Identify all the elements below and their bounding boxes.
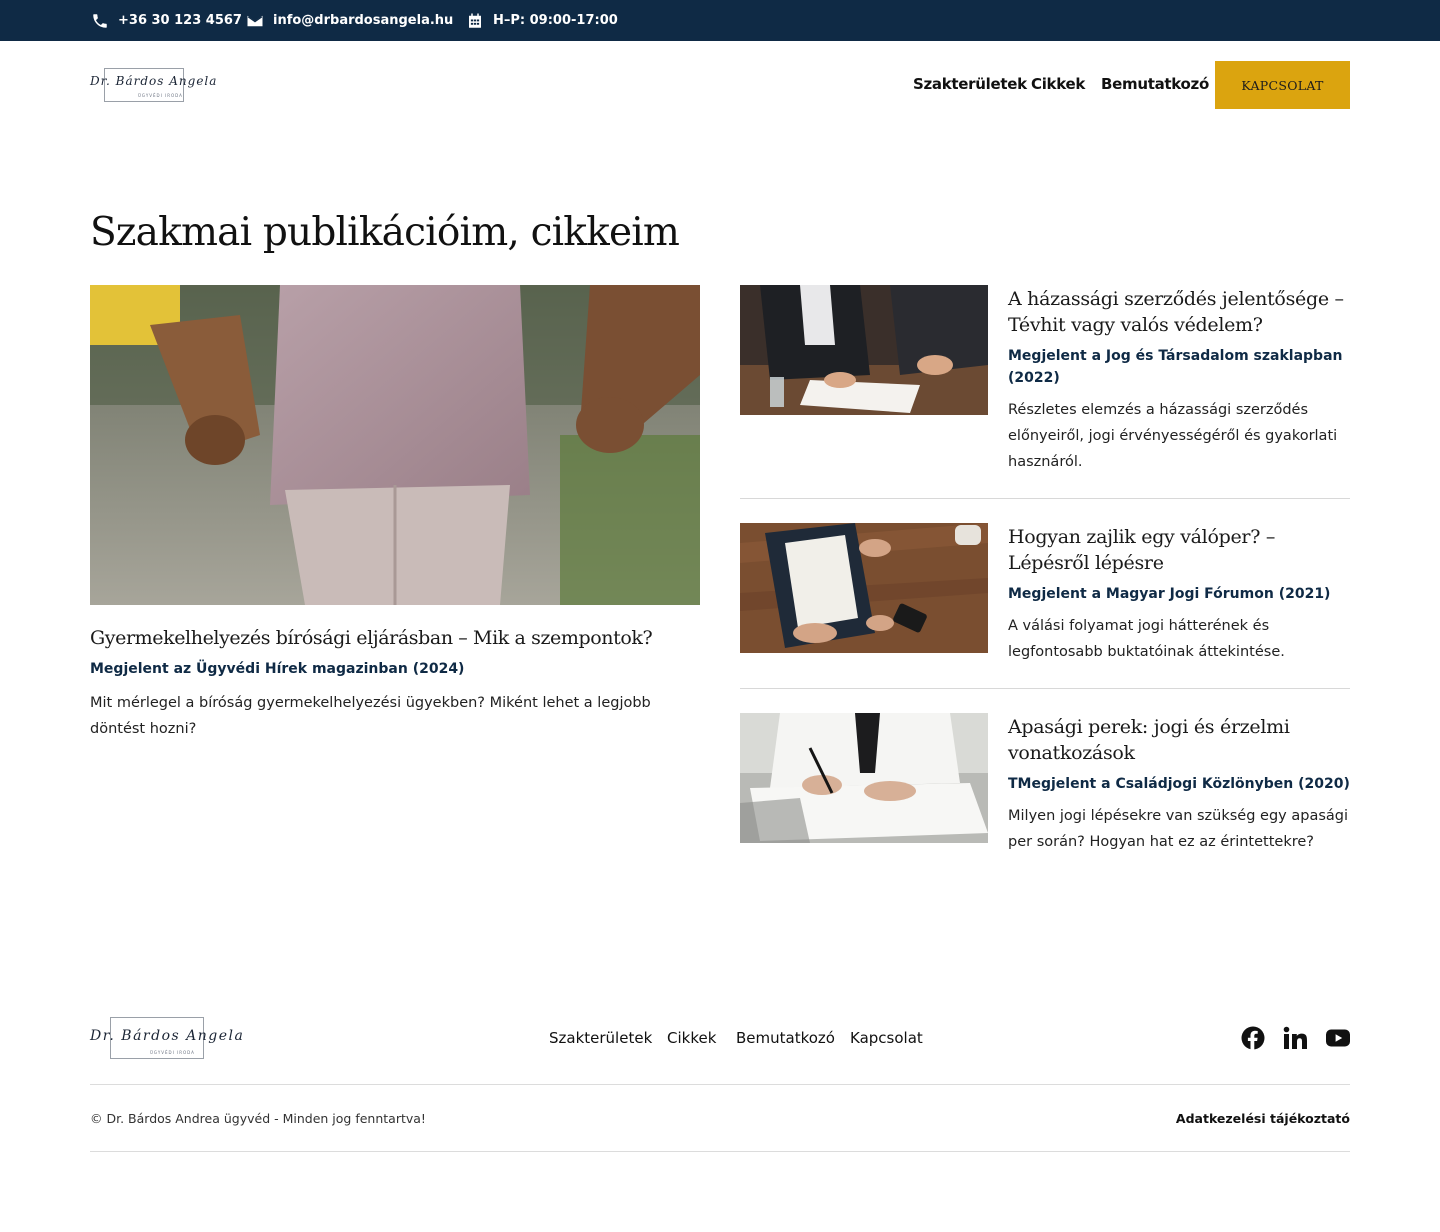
divorce-documents-photo <box>740 523 988 653</box>
phone-icon <box>93 13 107 28</box>
article-desc: Milyen jogi lépésekre van szükség egy ap… <box>1008 808 1348 850</box>
copyright-text: © Dr. Bárdos Andrea ügyvéd - Minden jog … <box>90 1111 426 1126</box>
site-logo[interactable]: Dr. Bárdos Angela ÜGYVÉDI IRODA <box>90 64 216 104</box>
signing-contract-photo <box>740 285 988 415</box>
hours-text: H–P: 09:00-17:00 <box>493 13 618 28</box>
email-contact[interactable]: info@drbardosangela.hu <box>246 0 453 41</box>
opening-hours: H–P: 09:00-17:00 <box>466 0 618 41</box>
facebook-icon[interactable] <box>1241 1026 1265 1050</box>
article-desc: A válási folyamat jogi hátterének és leg… <box>1008 618 1285 660</box>
article-desc: Részletes elemzés a házassági szerződés … <box>1008 402 1338 470</box>
article-divider <box>740 688 1350 689</box>
nav-link-szakteruletek[interactable]: Szakterületek <box>913 75 1027 93</box>
logo-text: Dr. Bárdos Angela <box>90 1028 245 1044</box>
contact-button[interactable]: KAPCSOLAT <box>1215 61 1350 109</box>
email-text: info@drbardosangela.hu <box>273 13 454 28</box>
youtube-icon[interactable] <box>1326 1026 1350 1050</box>
featured-article-meta: Megjelent az Ügyvédi Hírek magazinban (2… <box>90 661 465 677</box>
featured-article-image[interactable] <box>90 285 700 605</box>
article-image[interactable] <box>740 523 988 653</box>
article-image[interactable] <box>740 713 988 843</box>
top-info-bar: +36 30 123 4567 info@drbardosangela.hu H… <box>0 0 1440 41</box>
article-title[interactable]: Apasági perek: jogi és érzelmi vonatkozá… <box>1008 714 1350 766</box>
footer-bottom-divider <box>90 1151 1350 1152</box>
footer-link-bemutatkozo[interactable]: Bemutatkozó <box>736 1029 835 1047</box>
article-meta: Megjelent a Magyar Jogi Fórumon (2021) <box>1008 586 1331 602</box>
featured-article-desc: Mit mérlegel a bíróság gyermekelhelyezés… <box>90 695 651 737</box>
featured-article-title[interactable]: Gyermekelhelyezés bírósági eljárásban – … <box>90 627 653 649</box>
calendar-icon <box>469 13 481 28</box>
logo-text: Dr. Bárdos Angela <box>90 74 218 88</box>
footer-link-kapcsolat[interactable]: Kapcsolat <box>850 1029 923 1047</box>
nav-link-bemutatkozo[interactable]: Bemutatkozó <box>1101 75 1209 93</box>
logo-subtitle: ÜGYVÉDI IRODA <box>150 1050 195 1055</box>
child-holding-hands-photo <box>90 285 700 605</box>
article-image[interactable] <box>740 285 988 415</box>
phone-text: +36 30 123 4567 <box>118 13 242 28</box>
article-meta: TMegjelent a Családjogi Közlönyben (2020… <box>1008 776 1350 792</box>
nav-link-cikkek[interactable]: Cikkek <box>1031 75 1085 93</box>
linkedin-icon[interactable] <box>1283 1026 1307 1050</box>
article-meta: Megjelent a Jog és Társadalom szaklapban… <box>1008 348 1343 386</box>
article-divider <box>740 498 1350 499</box>
footer-divider <box>90 1084 1350 1085</box>
phone-contact[interactable]: +36 30 123 4567 <box>91 0 242 41</box>
article-title[interactable]: Hogyan zajlik egy válóper? – Lépésről lé… <box>1008 524 1350 576</box>
logo-subtitle: ÜGYVÉDI IRODA <box>138 93 183 98</box>
page-title: Szakmai publikációim, cikkeim <box>90 210 680 255</box>
footer-link-szakteruletek[interactable]: Szakterületek <box>549 1029 652 1047</box>
privacy-policy-link[interactable]: Adatkezelési tájékoztató <box>1176 1111 1350 1126</box>
article-title[interactable]: A házassági szerződés jelentősége – Tévh… <box>1008 286 1350 338</box>
man-signing-paper-photo <box>740 713 988 843</box>
mail-icon <box>247 15 263 26</box>
footer-logo[interactable]: Dr. Bárdos Angela ÜGYVÉDI IRODA <box>90 1014 243 1062</box>
footer-link-cikkek[interactable]: Cikkek <box>667 1029 716 1047</box>
